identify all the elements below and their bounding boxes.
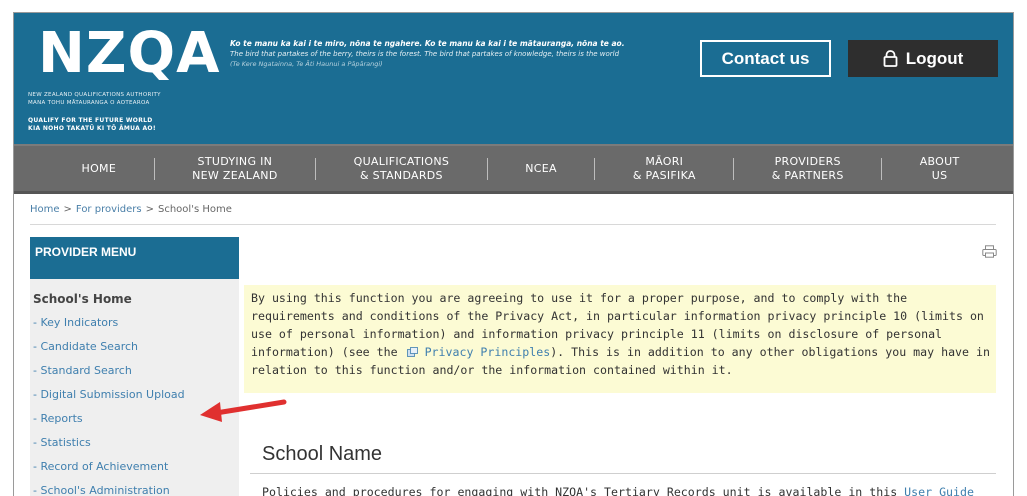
nzqa-logo[interactable]: NZQA New Zealand Qualifications Authorit… xyxy=(28,21,219,139)
proverb-maori: Ko te manu ka kai i te miro, nōna te nga… xyxy=(230,39,625,48)
nav-ncea-label: NCEA xyxy=(525,161,557,175)
proverb: Ko te manu ka kai i te miro, nōna te nga… xyxy=(230,39,690,69)
heading-divider xyxy=(250,473,996,474)
nav-label-line2: NEW ZEALAND xyxy=(192,168,278,182)
nav-label-line2: & PARTNERS xyxy=(771,168,844,182)
privacy-principles-link[interactable]: Privacy Principles xyxy=(425,345,551,359)
provider-menu: School's Home - Key Indicators - Candida… xyxy=(30,279,239,496)
logo-text: NZQA xyxy=(38,21,221,86)
nav-label-line1: MĀORI xyxy=(645,154,684,168)
sidebar-item-schools-administration[interactable]: - School's Administration xyxy=(33,484,239,496)
browser-frame: NZQA New Zealand Qualifications Authorit… xyxy=(13,12,1014,496)
lock-icon xyxy=(883,50,898,67)
sidebar-item-record-of-achievement[interactable]: - Record of Achievement xyxy=(33,460,239,484)
nav-providers-partners[interactable]: PROVIDERS & PARTNERS xyxy=(734,155,881,183)
logout-button[interactable]: Logout xyxy=(848,40,998,77)
sidebar-item-statistics[interactable]: - Statistics xyxy=(33,436,239,460)
logo-sub-line2: Mana Tohu Mātauranga o Aotearoa xyxy=(28,100,150,106)
nav-label-line2: & STANDARDS xyxy=(359,168,443,182)
user-guide-link[interactable]: User Guide xyxy=(904,485,974,496)
logo-mark: NZQA xyxy=(38,21,220,87)
nav-maori-pasifika[interactable]: MĀORI & PASIFIKA xyxy=(595,155,733,183)
breadcrumb-home[interactable]: Home xyxy=(30,204,60,215)
nav-studying-in-nz[interactable]: STUDYING IN NEW ZEALAND xyxy=(155,155,316,183)
nav-home-label: HOME xyxy=(81,161,117,175)
nav-ncea[interactable]: NCEA xyxy=(488,162,595,176)
logo-subtitle: New Zealand Qualifications Authority Man… xyxy=(28,91,161,107)
breadcrumb-divider xyxy=(30,224,996,225)
breadcrumb-separator: > xyxy=(145,204,154,215)
breadcrumb-separator: > xyxy=(63,204,72,215)
nav-about-us[interactable]: ABOUT US xyxy=(882,155,997,183)
logo-sub-line1: New Zealand Qualifications Authority xyxy=(28,92,161,98)
policies-text: Policies and procedures for engaging wit… xyxy=(262,485,974,496)
breadcrumb-current: School's Home xyxy=(158,204,232,215)
sidebar-item-candidate-search[interactable]: - Candidate Search xyxy=(33,340,239,364)
site-header: NZQA New Zealand Qualifications Authorit… xyxy=(14,13,1013,144)
nav-label-line2: US xyxy=(931,168,948,182)
nav-qualifications[interactable]: QUALIFICATIONS & STANDARDS xyxy=(316,155,487,183)
contact-us-button[interactable]: Contact us xyxy=(700,40,831,77)
external-link-icon xyxy=(406,347,418,357)
breadcrumb: Home > For providers > School's Home xyxy=(30,204,232,215)
nav-label-line2: & PASIFIKA xyxy=(632,168,696,182)
sidebar-title[interactable]: School's Home xyxy=(33,292,239,306)
breadcrumb-for-providers[interactable]: For providers xyxy=(76,204,142,215)
nav-label-line1: ABOUT xyxy=(919,154,960,168)
nav-label-line1: PROVIDERS xyxy=(774,154,841,168)
nav-label-line1: STUDYING IN xyxy=(197,154,273,168)
policies-text-body: Policies and procedures for engaging wit… xyxy=(262,485,898,496)
sidebar-item-key-indicators[interactable]: - Key Indicators xyxy=(33,316,239,340)
logo-tagline: QUALIFY FOR THE FUTURE WORLD KIA NOHO TA… xyxy=(28,117,156,133)
provider-menu-header: PROVIDER MENU xyxy=(30,237,239,279)
tagline-line2: KIA NOHO TAKATŪ KI TŌ ĀMUA AO! xyxy=(28,125,156,132)
tagline-line1: QUALIFY FOR THE FUTURE WORLD xyxy=(28,117,153,124)
proverb-attribution: (Te Kere Ngatainna, Te Āti Haunui a Pāpā… xyxy=(230,60,383,68)
print-icon[interactable] xyxy=(982,245,997,258)
nav-label-line1: QUALIFICATIONS xyxy=(353,154,450,168)
privacy-notice: By using this function you are agreeing … xyxy=(244,285,996,393)
proverb-english: The bird that partakes of the berry, the… xyxy=(230,50,620,58)
main-nav: HOME STUDYING IN NEW ZEALAND QUALIFICATIO… xyxy=(14,144,1013,194)
school-name-heading: School Name xyxy=(262,443,383,465)
sidebar-item-standard-search[interactable]: - Standard Search xyxy=(33,364,239,388)
nav-home[interactable]: HOME xyxy=(44,162,154,176)
red-arrow-icon xyxy=(200,399,287,422)
logout-label: Logout xyxy=(905,48,964,68)
